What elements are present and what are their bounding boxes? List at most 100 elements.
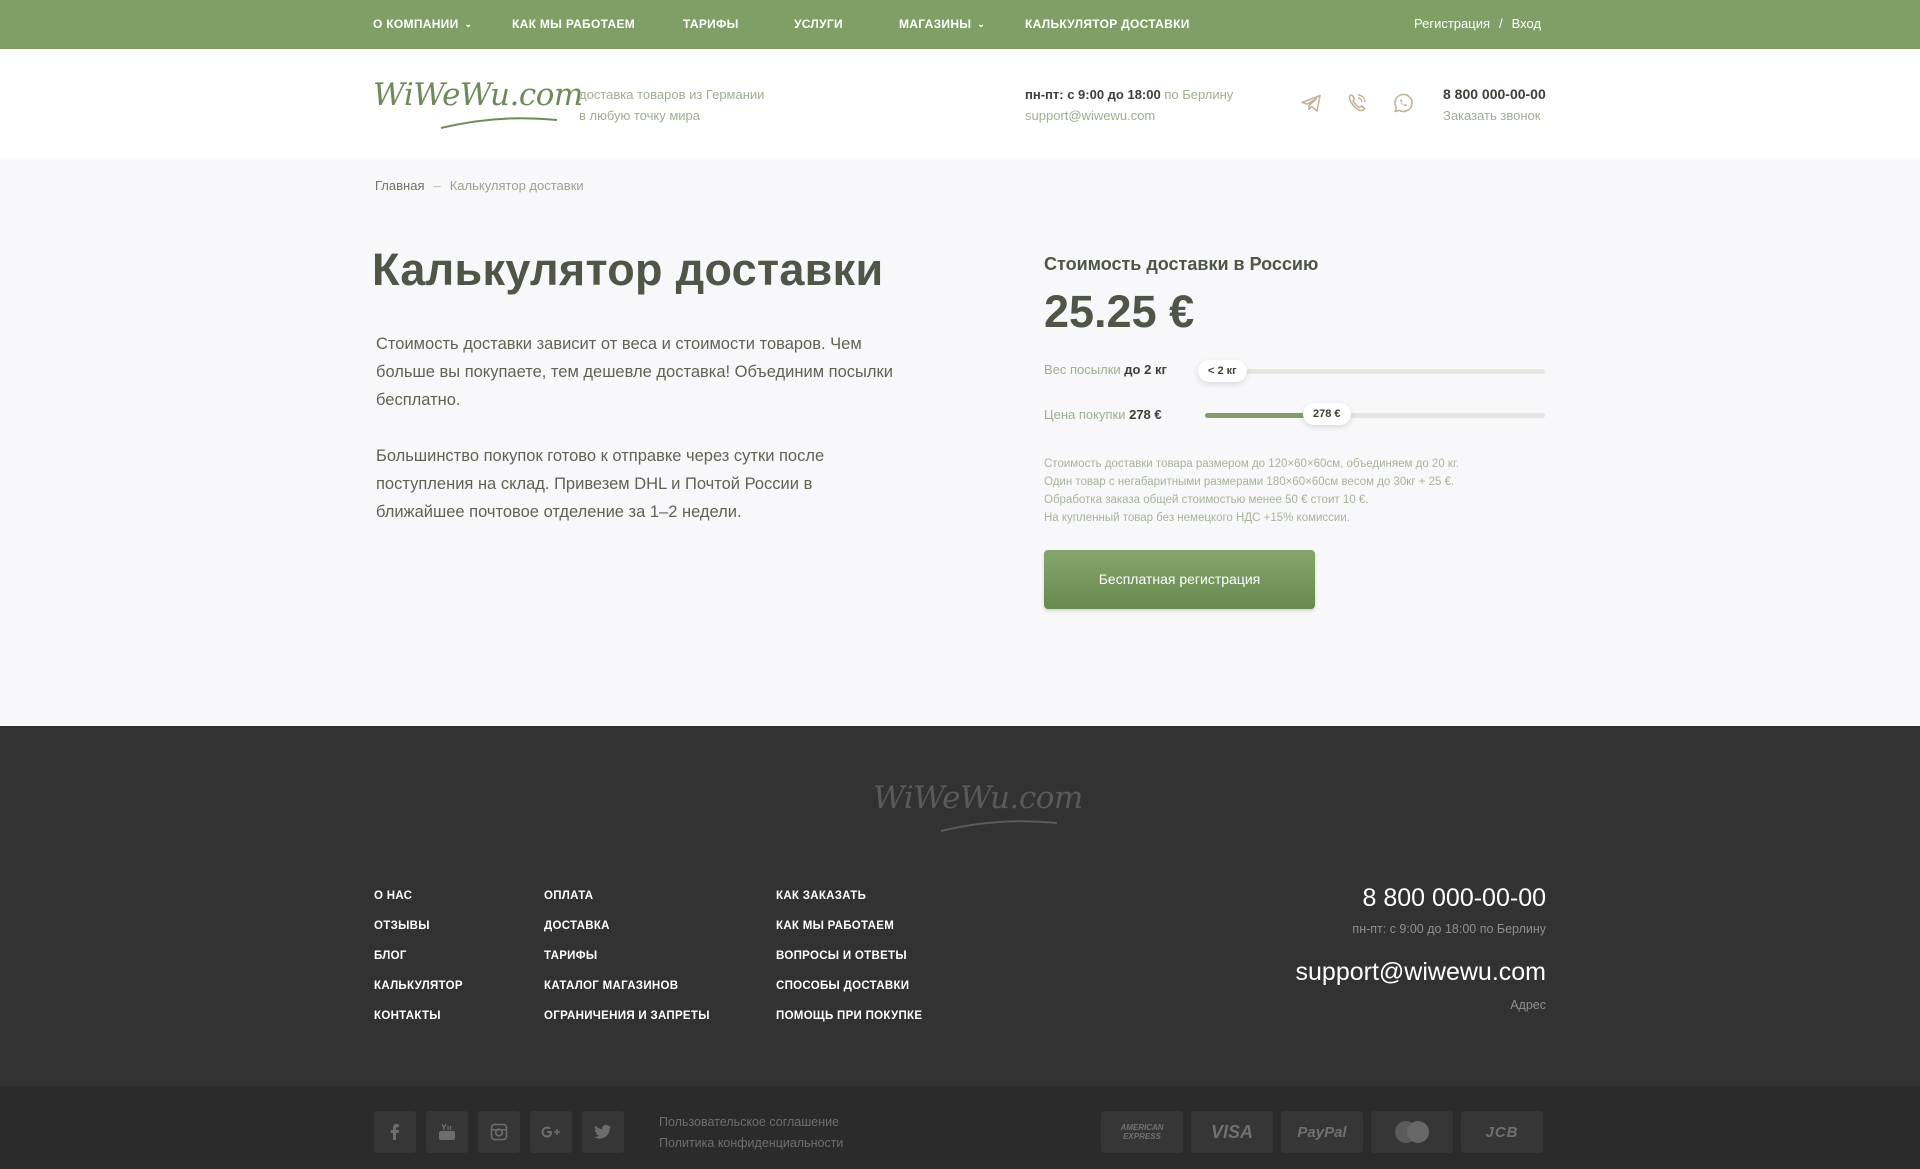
logo[interactable]: WiWeWu.com [373,77,583,133]
nav-item-label: КАК МЫ РАБОТАЕМ [512,17,636,31]
top-navigation: О КОМПАНИИ ⌄ КАК МЫ РАБОТАЕМ ТАРИФЫ УСЛУГ… [0,0,1920,49]
hours-text: пн-пт: с 9:00 до 18:00 [1025,87,1161,102]
footer-logo-swoosh [940,820,1058,832]
youtube-icon[interactable] [426,1111,468,1153]
weight-slider[interactable] [1205,369,1545,374]
footer-link-faq[interactable]: ВОПРОСЫ И ОТВЕТЫ [776,941,922,971]
footer-bottom-bar: Пользовательское соглашение Политика кон… [0,1086,1920,1169]
tagline-line1: доставка товаров из Германии [579,87,765,102]
whatsapp-icon[interactable] [1391,91,1415,115]
price-label-text: Цена покупки [1044,407,1126,422]
facebook-icon[interactable] [374,1111,416,1153]
footer-link-blog[interactable]: БЛОГ [374,941,463,971]
footer: WiWeWu.com О НАС ОТЗЫВЫ БЛОГ КАЛЬКУЛЯТОР… [0,726,1920,1086]
nav-item-label: КАЛЬКУЛЯТОР ДОСТАВКИ [1025,17,1190,31]
user-agreement-link[interactable]: Пользовательское соглашение [659,1112,843,1133]
footer-link-contacts[interactable]: КОНТАКТЫ [374,1001,463,1031]
calculator-title: Стоимость доставки в Россию [1044,254,1319,274]
header-phone-number[interactable]: 8 800 000-00-00 [1443,84,1546,105]
auth-separator: / [1499,16,1503,31]
chevron-down-icon: ⌄ [977,19,986,29]
price-slider[interactable] [1205,413,1545,418]
viber-icon[interactable] [1345,91,1369,115]
mastercard-icon [1371,1111,1453,1153]
delivery-note-vat: На купленный товар без немецкого НДС +15… [1044,512,1350,524]
footer-link-shop-catalog[interactable]: КАТАЛОГ МАГАЗИНОВ [544,971,710,1001]
description-paragraph: Стоимость доставки зависит от веса и сто… [376,335,893,409]
footer-logo[interactable]: WiWeWu.com [873,780,1083,836]
delivery-note: Стоимость доставки товара размером до 12… [1044,455,1484,527]
tagline-line2: в любую точку мира [579,108,701,123]
weight-label-text: Вес посылки [1044,362,1121,377]
working-hours: пн-пт: с 9:00 до 18:00 по Берлину suppor… [1025,84,1233,126]
footer-column-2: ОПЛАТА ДОСТАВКА ТАРИФЫ КАТАЛОГ МАГАЗИНОВ… [544,881,710,1031]
price-label: Цена покупки 278 € [1044,407,1162,422]
footer-column-1: О НАС ОТЗЫВЫ БЛОГ КАЛЬКУЛЯТОР КОНТАКТЫ [374,881,463,1031]
weight-label: Вес посылки до 2 кг [1044,362,1167,377]
register-link[interactable]: Регистрация [1414,16,1490,31]
legal-links: Пользовательское соглашение Политика кон… [659,1112,843,1154]
price-slider-fill [1205,413,1307,418]
footer-link-how-we-work[interactable]: КАК МЫ РАБОТАЕМ [776,911,922,941]
paypal-icon: PayPal [1281,1111,1363,1153]
footer-address: Адрес [1510,998,1546,1012]
nav-item-label: ТАРИФЫ [683,17,739,31]
footer-link-restrictions[interactable]: ОГРАНИЧЕНИЯ И ЗАПРЕТЫ [544,1001,710,1031]
auth-links: Регистрация / Вход [1414,0,1541,49]
google-plus-icon[interactable] [530,1111,572,1153]
jcb-icon: JCB [1461,1111,1543,1153]
logo-text: WiWeWu.com [373,77,583,113]
breadcrumb-separator: – [433,178,441,193]
footer-link-delivery-methods[interactable]: СПОСОБЫ ДОСТАВКИ [776,971,922,1001]
hours-timezone: по Берлину [1160,87,1234,102]
footer-hours: пн-пт: с 9:00 до 18:00 по Берлину [1352,922,1546,936]
footer-phone[interactable]: 8 800 000-00-00 [1363,884,1546,913]
free-registration-button[interactable]: Бесплатная регистрация [1044,550,1315,609]
nav-item-label: МАГАЗИНЫ [899,17,972,31]
header-phone: 8 800 000-00-00 Заказать звонок [1443,84,1546,126]
amex-icon: AMERICAN EXPRESS [1101,1111,1183,1153]
breadcrumb: Главная – Калькулятор доставки [375,178,584,193]
logo-swoosh [440,117,558,129]
twitter-icon[interactable] [582,1111,624,1153]
footer-link-delivery[interactable]: ДОСТАВКА [544,911,710,941]
nav-item-services[interactable]: УСЛУГИ [794,0,843,49]
visa-icon: VISA [1191,1111,1273,1153]
site-header: WiWeWu.com доставка товаров из Германии … [0,49,1920,159]
callback-link[interactable]: Заказать звонок [1443,105,1546,126]
footer-link-payment[interactable]: ОПЛАТА [544,881,710,911]
tagline: доставка товаров из Германии в любую точ… [579,84,764,126]
footer-link-purchase-help[interactable]: ПОМОЩЬ ПРИ ПОКУПКЕ [776,1001,922,1031]
footer-link-tariffs[interactable]: ТАРИФЫ [544,941,710,971]
footer-link-how-to-order[interactable]: КАК ЗАКАЗАТЬ [776,881,922,911]
breadcrumb-home[interactable]: Главная [375,178,424,193]
instagram-icon[interactable] [478,1111,520,1153]
description-paragraph: Большинство покупок готово к отправке че… [376,447,825,521]
nav-item-about[interactable]: О КОМПАНИИ ⌄ [373,0,472,49]
chevron-down-icon: ⌄ [464,19,473,29]
delivery-note-text: Стоимость доставки товара размером до 12… [1044,458,1459,506]
breadcrumb-current: Калькулятор доставки [449,178,584,193]
nav-item-calculator[interactable]: КАЛЬКУЛЯТОР ДОСТАВКИ [1025,0,1190,49]
nav-item-tariffs[interactable]: ТАРИФЫ [683,0,739,49]
delivery-price: 25.25 € [1044,286,1195,337]
footer-logo-text: WiWeWu.com [873,780,1083,816]
footer-link-about[interactable]: О НАС [374,881,463,911]
nav-item-label: УСЛУГИ [794,17,843,31]
nav-item-label: О КОМПАНИИ [373,17,459,31]
price-value: 278 € [1129,407,1162,422]
header-email-link[interactable]: support@wiwewu.com [1025,105,1233,126]
login-link[interactable]: Вход [1512,16,1541,31]
footer-link-calculator[interactable]: КАЛЬКУЛЯТОР [374,971,463,1001]
footer-column-3: КАК ЗАКАЗАТЬ КАК МЫ РАБОТАЕМ ВОПРОСЫ И О… [776,881,922,1031]
telegram-icon[interactable] [1299,91,1323,115]
privacy-policy-link[interactable]: Политика конфиденциальности [659,1133,843,1154]
footer-email[interactable]: support@wiwewu.com [1296,958,1546,987]
nav-item-shops[interactable]: МАГАЗИНЫ ⌄ [899,0,985,49]
weight-value: до 2 кг [1124,362,1167,377]
page-title: Калькулятор доставки [372,244,884,295]
nav-item-how-we-work[interactable]: КАК МЫ РАБОТАЕМ [512,0,635,49]
weight-slider-thumb[interactable]: < 2 кг [1198,360,1247,382]
price-slider-thumb[interactable]: 278 € [1303,403,1351,425]
footer-link-reviews[interactable]: ОТЗЫВЫ [374,911,463,941]
